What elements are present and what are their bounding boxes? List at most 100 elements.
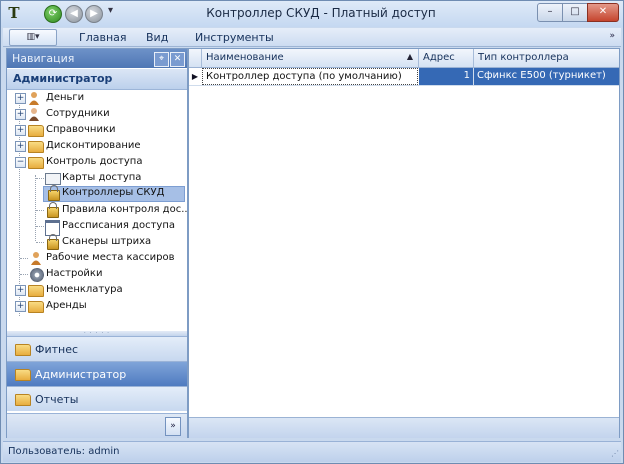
folder-open-icon [28, 157, 44, 169]
ribbon: ▥▾ Главная Вид Инструменты » [3, 28, 621, 47]
tree-item-controllers[interactable]: Контроллеры СКУД [43, 185, 185, 202]
tree-item-money[interactable]: + Деньги [7, 90, 187, 106]
tree-item-directories[interactable]: + Справочники [7, 122, 187, 138]
nav-button-label: Отчеты [35, 393, 79, 406]
tree-item-label: Настройки [46, 268, 103, 279]
navigation-title: Навигация [12, 52, 75, 65]
section-title: Администратор [13, 72, 113, 85]
tree-item-label: Карты доступа [62, 172, 142, 183]
tree-item-cashier-workplaces[interactable]: Рабочие места кассиров [7, 250, 187, 266]
folder-icon [28, 285, 44, 297]
collapse-icon[interactable]: − [15, 157, 26, 168]
tab-home[interactable]: Главная [79, 31, 127, 44]
expand-icon[interactable]: + [15, 285, 26, 296]
tree-connector [20, 274, 28, 275]
column-header-address[interactable]: Адрес [419, 49, 474, 67]
tree-connector [36, 242, 44, 243]
back-icon[interactable]: ◀ [65, 5, 83, 23]
cell-text: Контроллер доступа (по умолчанию) [206, 71, 402, 82]
navigation-header: Навигация ⌖ ✕ [7, 49, 187, 68]
column-header-label: Наименование [206, 52, 284, 63]
refresh-icon[interactable]: ⟳ [44, 5, 62, 23]
navigation-footer: » [7, 413, 187, 438]
controllers-grid: Наименование ▲ Адрес Тип контроллера ▶ К… [188, 48, 620, 438]
tree-item-label: Правила контроля дос... [62, 204, 191, 215]
tree-item-label: Контроллеры СКУД [62, 187, 165, 198]
tree-connector [36, 178, 44, 179]
tree-item-label: Аренды [46, 300, 87, 311]
employee-icon [29, 108, 39, 121]
tree-item-access-cards[interactable]: Карты доступа [7, 170, 187, 186]
lock-icon [47, 202, 59, 218]
lock-icon [47, 234, 59, 250]
tree-item-barcode-scanners[interactable]: Сканеры штриха [7, 234, 187, 250]
tree-connector [36, 226, 44, 227]
folder-icon [15, 369, 31, 381]
nav-button-reports[interactable]: Отчеты [7, 386, 187, 411]
cashier-icon [31, 252, 41, 265]
grid-footer [189, 417, 619, 438]
title-bar: T ⟳ ◀ ▶ ▾ Контроллер СКУД - Платный дост… [1, 1, 623, 27]
tree-item-label: Справочники [46, 124, 116, 135]
tree-connector [20, 258, 28, 259]
app-window: T ⟳ ◀ ▶ ▾ Контроллер СКУД - Платный дост… [0, 0, 624, 464]
nav-button-label: Администратор [35, 368, 127, 381]
cell-name[interactable]: Контроллер доступа (по умолчанию) [202, 68, 418, 85]
pin-icon[interactable]: ⌖ [154, 52, 169, 67]
expand-icon[interactable]: + [15, 141, 26, 152]
tree-item-access-control[interactable]: − Контроль доступа [7, 154, 187, 170]
column-header-type[interactable]: Тип контроллера [474, 49, 619, 67]
navigation-panel: Навигация ⌖ ✕ Администратор + Деньги + С… [6, 48, 191, 438]
nav-button-label: Фитнес [35, 343, 79, 356]
quick-access-dropdown-icon[interactable]: ▾ [108, 5, 113, 16]
tree-item-access-schedules[interactable]: Рассписания доступа [7, 218, 187, 236]
close-button[interactable]: ✕ [587, 3, 619, 22]
nav-button-fitness[interactable]: Фитнес [7, 336, 187, 361]
app-menu-button[interactable]: ▥▾ [9, 29, 57, 46]
ribbon-collapse-icon[interactable]: » [609, 31, 615, 41]
status-bar: Пользователь: admin ⋰ [3, 441, 621, 462]
chevron-down-icon[interactable]: » [165, 417, 181, 436]
lock-icon [48, 185, 60, 201]
resize-grip-icon[interactable]: ⋰ [611, 449, 619, 458]
column-header-label: Адрес [423, 52, 455, 63]
money-person-icon [29, 92, 39, 105]
app-icon[interactable]: T [5, 4, 23, 22]
forward-icon[interactable]: ▶ [85, 5, 103, 23]
window-title: Контроллер СКУД - Платный доступ [206, 6, 436, 20]
settings-icon [30, 268, 44, 282]
tree-item-discounts[interactable]: + Дисконтирование [7, 138, 187, 154]
navigation-tree: + Деньги + Сотрудники + Справочники + Ди… [7, 90, 191, 330]
tab-view[interactable]: Вид [146, 31, 168, 44]
status-user: Пользователь: admin [8, 446, 120, 457]
tree-item-settings[interactable]: Настройки [7, 266, 187, 282]
cell-address[interactable]: 1 [419, 68, 474, 85]
cell-text: Сфинкс Е500 (турникет) [477, 70, 606, 81]
tree-item-label: Контроль доступа [46, 156, 143, 167]
tab-tools[interactable]: Инструменты [195, 31, 274, 44]
tree-item-access-rules[interactable]: Правила контроля дос... [7, 202, 191, 218]
expand-icon[interactable]: + [15, 109, 26, 120]
expand-icon[interactable]: + [15, 93, 26, 104]
tree-connector [36, 210, 44, 211]
tree-item-label: Сотрудники [46, 108, 110, 119]
card-icon [45, 173, 61, 185]
tree-item-employees[interactable]: + Сотрудники [7, 106, 187, 122]
expand-icon[interactable]: + [15, 301, 26, 312]
tree-item-label: Дисконтирование [46, 140, 141, 151]
current-row-icon: ▶ [191, 72, 199, 81]
folder-icon [28, 141, 44, 153]
tree-item-nomenclature[interactable]: + Номенклатура [7, 282, 187, 298]
cell-type[interactable]: Сфинкс Е500 (турникет) [474, 68, 619, 85]
maximize-button[interactable]: □ [562, 3, 588, 22]
tree-item-label: Рабочие места кассиров [46, 252, 175, 263]
minimize-button[interactable]: – [537, 3, 563, 22]
navigation-section-header: Администратор [7, 69, 187, 90]
nav-button-administrator[interactable]: Администратор [7, 361, 187, 386]
tree-item-label: Рассписания доступа [62, 220, 175, 231]
expand-icon[interactable]: + [15, 125, 26, 136]
tree-item-rentals[interactable]: + Аренды [7, 298, 187, 314]
close-icon[interactable]: ✕ [170, 52, 185, 67]
table-row[interactable]: ▶ Контроллер доступа (по умолчанию) 1 Сф… [189, 68, 619, 86]
column-header-name[interactable]: Наименование ▲ [202, 49, 419, 67]
